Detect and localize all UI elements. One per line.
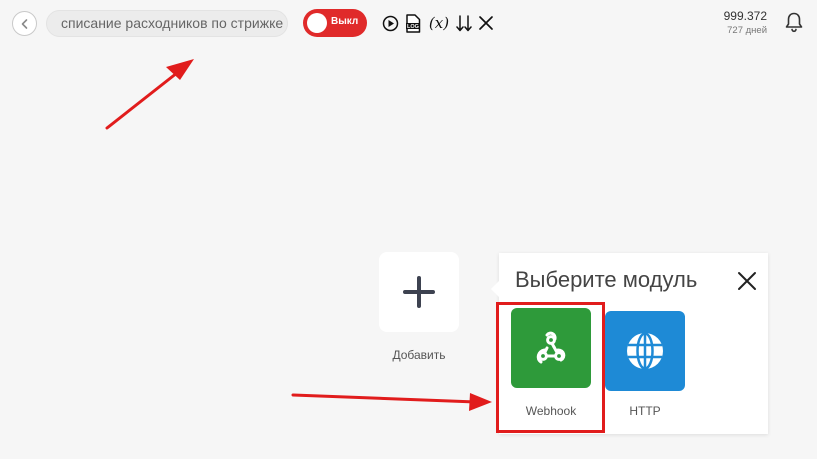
run-once-icon bbox=[382, 15, 398, 31]
annotation-highlight-box bbox=[496, 302, 605, 433]
ops-days: 727 дней bbox=[727, 25, 767, 36]
plus-icon bbox=[403, 276, 435, 308]
add-module-label: Добавить bbox=[392, 348, 446, 362]
bell-icon bbox=[785, 12, 803, 33]
notifications-button[interactable] bbox=[783, 11, 805, 33]
back-button[interactable] bbox=[12, 11, 37, 36]
log-icon: LOG bbox=[406, 13, 421, 33]
module-http[interactable] bbox=[605, 311, 685, 391]
variables-button[interactable]: (x) bbox=[428, 13, 450, 33]
close-icon bbox=[738, 272, 756, 290]
annotation-arrow-bottom bbox=[291, 393, 492, 411]
toggle-knob bbox=[307, 13, 327, 33]
globe-icon bbox=[627, 332, 663, 370]
close-scenario-button[interactable] bbox=[477, 13, 495, 33]
run-once-button[interactable] bbox=[381, 13, 399, 33]
add-module-button[interactable] bbox=[379, 252, 459, 332]
sort-icon bbox=[456, 14, 472, 31]
log-button[interactable]: LOG bbox=[404, 13, 422, 33]
module-http-label: HTTP bbox=[629, 404, 661, 418]
sort-button[interactable] bbox=[455, 13, 473, 33]
operations-counter: 999.372 727 дней bbox=[724, 9, 767, 37]
annotation-arrow-top bbox=[105, 59, 194, 130]
svg-text:LOG: LOG bbox=[407, 24, 419, 30]
chevron-left-icon bbox=[21, 18, 27, 29]
popup-title: Выберите модуль bbox=[515, 267, 698, 292]
scenario-toggle[interactable]: Выкл bbox=[303, 9, 367, 37]
toggle-label: Выкл bbox=[331, 16, 359, 27]
scenario-name-field[interactable]: списание расходников по стрижке bbox=[46, 10, 288, 37]
ops-count: 999.372 bbox=[723, 9, 767, 23]
popup-close-button[interactable] bbox=[736, 270, 758, 292]
close-icon bbox=[479, 16, 493, 30]
